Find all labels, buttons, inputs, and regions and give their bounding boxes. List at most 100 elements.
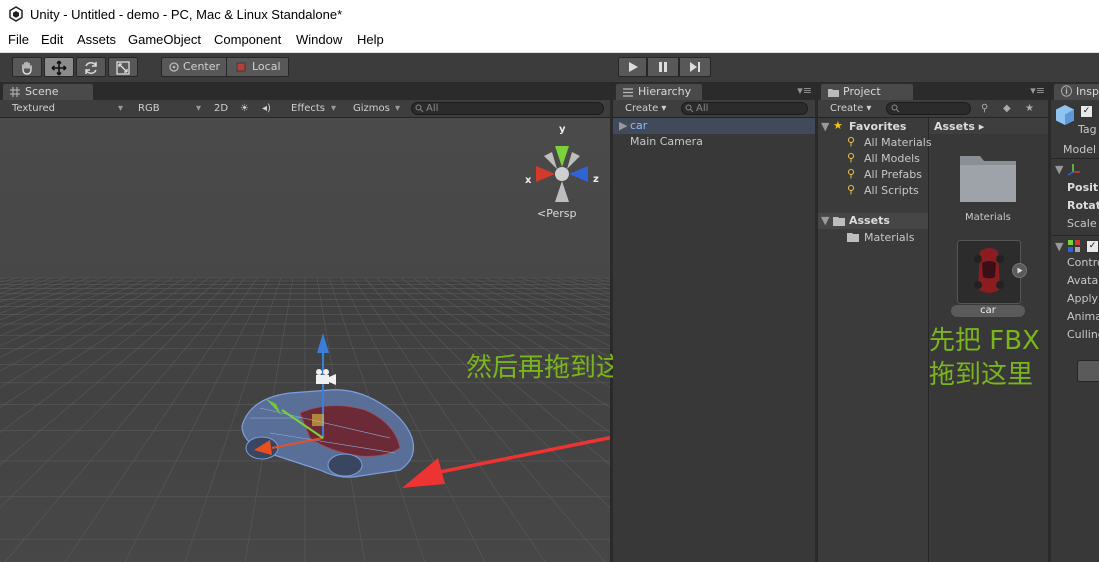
hierarchy-item-car[interactable]: car: [630, 119, 647, 132]
animator-icon: [1068, 240, 1080, 252]
menu-component[interactable]: Component: [214, 32, 281, 47]
shading-dropdown[interactable]: Textured: [12, 101, 55, 116]
materials-folder-label[interactable]: Materials: [965, 212, 1011, 223]
menu-gameobject[interactable]: GameObject: [128, 32, 201, 47]
favorite-all-prefabs[interactable]: All Prefabs: [864, 168, 922, 181]
search-icon: [415, 104, 424, 113]
filter-by-label-icon[interactable]: ◆: [1003, 101, 1011, 116]
tab-inspector[interactable]: ⓘ Inspector: [1054, 84, 1099, 100]
assets-tree-materials[interactable]: Materials: [864, 231, 914, 244]
pause-icon: [659, 62, 667, 72]
inspector-tag-label: Tag: [1078, 123, 1097, 136]
favorites-label[interactable]: Favorites: [849, 120, 906, 133]
menu-file[interactable]: File: [8, 32, 29, 47]
assets-breadcrumb-label: Assets: [934, 120, 975, 133]
scene-audio-toggle[interactable]: ◂): [262, 101, 271, 116]
step-button[interactable]: [679, 57, 711, 77]
expand-model-play-icon[interactable]: [1012, 263, 1027, 278]
project-toolbar: Create ▾ ⚲ ◆ ★: [818, 100, 1048, 118]
favorite-star-icon[interactable]: ★: [1025, 101, 1034, 116]
animator-expand-icon[interactable]: ▼: [1055, 240, 1063, 253]
tab-scene[interactable]: Scene: [3, 84, 93, 100]
mode-2d-toggle[interactable]: 2D: [214, 101, 228, 116]
active-checkbox[interactable]: ✓: [1080, 105, 1093, 118]
project-panel: Project ▾≡ Create ▾ ⚲ ◆ ★ ▼ ★ Favorites …: [818, 82, 1048, 562]
axis-y-label: y: [559, 124, 566, 135]
animator-enabled-checkbox[interactable]: ✓: [1086, 240, 1099, 253]
tab-project[interactable]: Project: [821, 84, 913, 100]
tab-hierarchy-label: Hierarchy: [638, 85, 692, 98]
hierarchy-row-car[interactable]: ▶ car: [613, 118, 815, 134]
gizmos-arrow: ▾: [395, 103, 401, 114]
hand-icon: [22, 61, 32, 75]
assets-breadcrumb[interactable]: Assets ▸: [934, 120, 984, 133]
scene-viewport[interactable]: [0, 118, 610, 562]
hierarchy-menu-icon[interactable]: ▾≡: [797, 84, 812, 97]
scene-lighting-toggle[interactable]: ☀: [240, 101, 249, 116]
play-icon: [628, 62, 638, 72]
inspector-model-label: Model: [1063, 143, 1097, 156]
menu-edit[interactable]: Edit: [41, 32, 63, 47]
search-icon: [685, 104, 694, 113]
search-icon: ⚲: [847, 183, 856, 196]
orientation-gizmo[interactable]: [522, 122, 612, 207]
divider: [1051, 158, 1099, 159]
space-local-button[interactable]: Local: [226, 57, 289, 77]
folder-icon: [847, 233, 859, 242]
scale-tool-button[interactable]: [108, 57, 138, 77]
local-space-icon: [236, 62, 246, 72]
scene-search-input[interactable]: All: [411, 102, 604, 115]
tab-inspector-label: Inspector: [1076, 85, 1099, 98]
filter-by-type-icon[interactable]: ⚲: [981, 101, 988, 116]
tab-scene-label: Scene: [25, 85, 59, 98]
hierarchy-create-label: Create: [625, 103, 659, 114]
inspector-rotation-label: Rotation: [1067, 199, 1099, 212]
move-tool-button[interactable]: [44, 57, 74, 77]
folder-icon: [828, 89, 839, 97]
play-button[interactable]: [618, 57, 647, 77]
render-mode-dropdown[interactable]: RGB: [138, 101, 160, 116]
favorites-expand-icon[interactable]: ▼: [821, 120, 829, 133]
rotate-icon: [85, 62, 97, 74]
assets-expand-icon[interactable]: ▼: [821, 214, 829, 227]
favorite-all-models[interactable]: All Models: [864, 152, 920, 165]
project-menu-icon[interactable]: ▾≡: [1030, 84, 1045, 97]
hierarchy-search-input[interactable]: All: [681, 102, 808, 115]
gameobject-cube-icon: [1056, 105, 1074, 125]
hierarchy-create-dropdown[interactable]: Create ▾: [625, 101, 666, 116]
materials-folder-icon[interactable]: [958, 152, 1018, 204]
search-icon: ⚲: [847, 135, 856, 148]
main-toolbar: Center Local: [0, 53, 1099, 82]
transform-expand-icon[interactable]: ▼: [1055, 163, 1063, 176]
axis-x-label: x: [525, 175, 532, 186]
menu-window[interactable]: Window: [296, 32, 342, 47]
fbx-annotation-line-1: 先把 FBX: [929, 326, 1040, 356]
car-asset-label[interactable]: car: [951, 305, 1025, 317]
transform-axes-icon: [1067, 164, 1080, 176]
assets-tree-row[interactable]: ▼ Assets: [818, 213, 928, 229]
effects-dropdown[interactable]: Effects: [291, 101, 325, 116]
favorite-all-materials[interactable]: All Materials: [864, 136, 932, 149]
menu-assets[interactable]: Assets: [77, 32, 116, 47]
hand-tool-button[interactable]: [12, 57, 42, 77]
folder-icon: [833, 217, 845, 226]
info-icon: ⓘ: [1061, 85, 1072, 98]
pause-button[interactable]: [647, 57, 679, 77]
rotate-tool-button[interactable]: [76, 57, 106, 77]
menu-help[interactable]: Help: [357, 32, 384, 47]
project-create-dropdown[interactable]: Create ▾: [830, 101, 871, 116]
window-title: Unity - Untitled - demo - PC, Mac & Linu…: [30, 7, 343, 22]
menu-bar: File Edit Assets GameObject Component Wi…: [0, 30, 1099, 53]
favorite-all-scripts[interactable]: All Scripts: [864, 184, 919, 197]
pivot-center-button[interactable]: Center: [161, 57, 227, 77]
gizmos-dropdown[interactable]: Gizmos: [353, 101, 390, 116]
hierarchy-item-main-camera[interactable]: Main Camera: [630, 135, 703, 148]
expand-arrow-icon[interactable]: ▶: [619, 119, 627, 132]
hierarchy-panel: Hierarchy ▾≡ Create ▾ All ▶ car Main Cam…: [613, 82, 815, 562]
inspector-position-label: Position: [1067, 181, 1099, 194]
add-component-button[interactable]: [1077, 360, 1099, 382]
tab-hierarchy[interactable]: Hierarchy: [616, 84, 702, 100]
favorites-star-icon: ★: [833, 119, 843, 132]
scale-icon: [116, 61, 130, 75]
persp-label[interactable]: <Persp: [537, 207, 576, 220]
